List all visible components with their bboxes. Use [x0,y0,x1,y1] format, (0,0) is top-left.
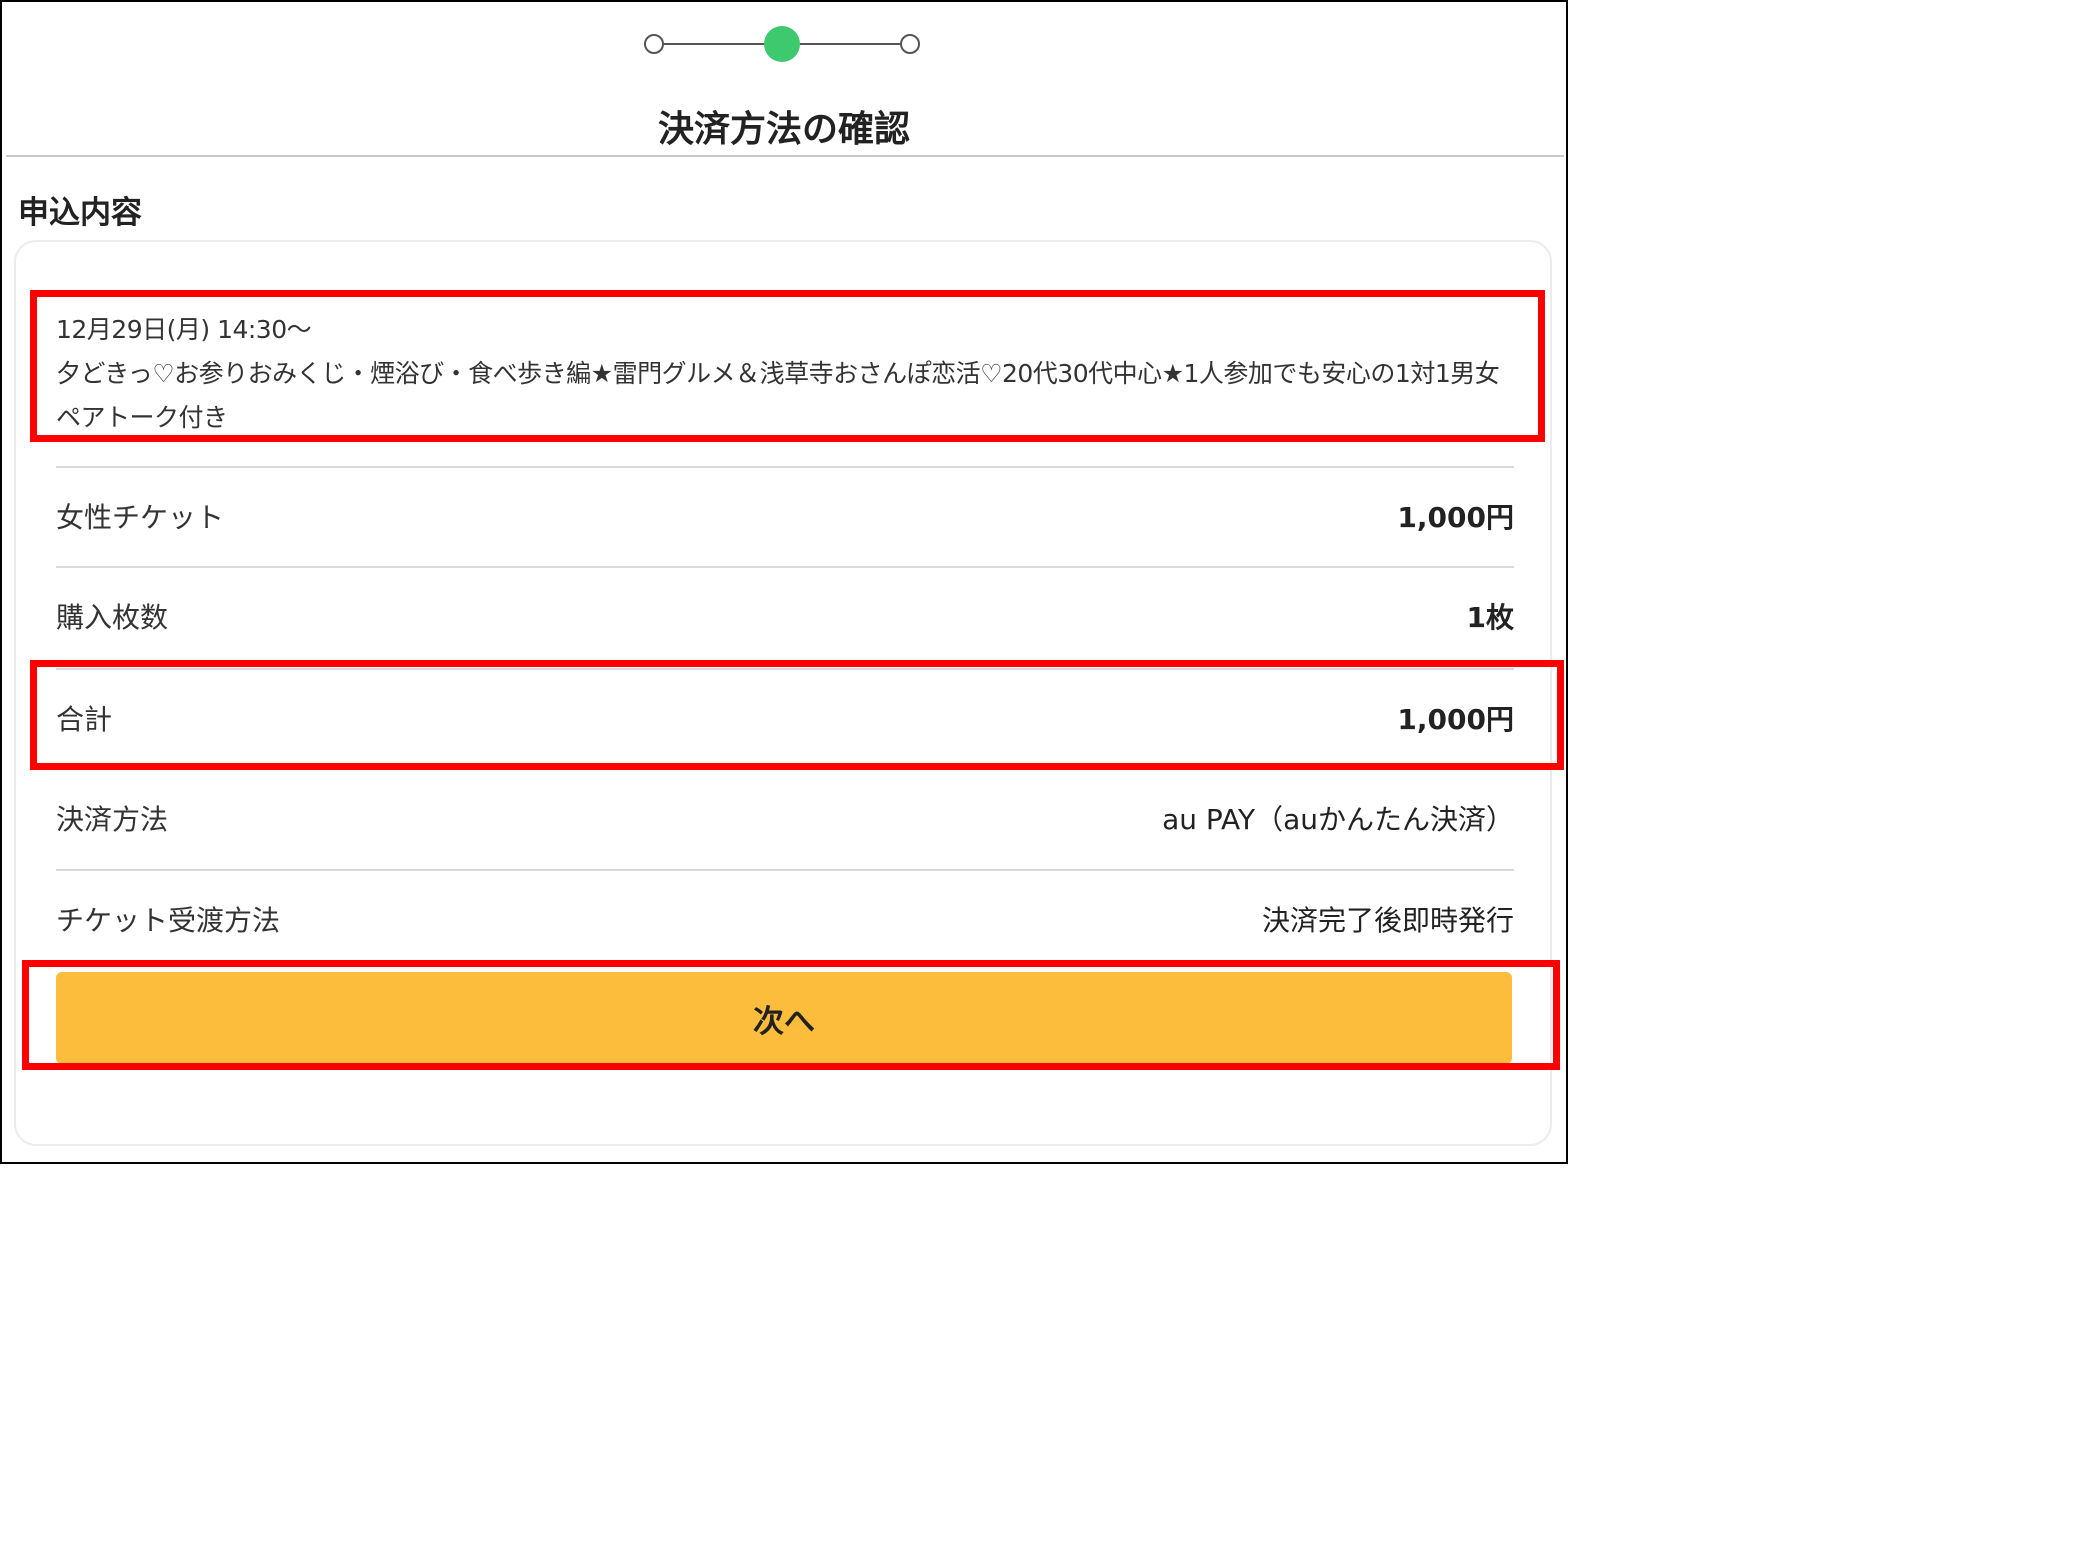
quantity-label: 購入枚数 [56,601,169,634]
detail-row-quantity: 購入枚数 1枚 [56,566,1514,666]
detail-row-ticket-delivery: チケット受渡方法 決済完了後即時発行 [56,869,1514,969]
step-3-indicator [900,34,920,54]
detail-row-ticket-type: 女性チケット 1,000円 [56,466,1514,566]
payment-method-value: au PAY（auかんたん決済） [1162,803,1514,836]
section-heading: 申込内容 [18,195,142,231]
ticket-price-value: 1,000円 [1397,501,1514,534]
next-button[interactable]: 次へ [56,972,1512,1064]
step-2-indicator-active [764,26,800,62]
event-datetime: 12月29日(月) 14:30〜 [56,315,312,344]
stepper-line [800,43,902,45]
page-title: 決済方法の確認 [657,109,910,150]
total-value: 1,000円 [1397,703,1514,736]
detail-row-payment-method: 決済方法 au PAY（auかんたん決済） [56,768,1514,868]
header-divider [6,155,1564,157]
event-name: 夕どきっ♡お参りおみくじ・煙浴び・食べ歩き編★雷門グルメ＆浅草寺おさんぽ恋活♡2… [56,359,1500,432]
step-1-indicator [644,34,664,54]
event-info: 12月29日(月) 14:30〜 夕どきっ♡お参りおみくじ・煙浴び・食べ歩き編★… [56,308,1506,440]
stepper-line [662,43,770,45]
ticket-type-label: 女性チケット [56,501,225,534]
detail-row-total: 合計 1,000円 [56,668,1514,768]
total-label: 合計 [56,703,113,736]
ticket-delivery-value: 決済完了後即時発行 [1261,904,1514,937]
progress-stepper [642,24,924,64]
ticket-delivery-label: チケット受渡方法 [56,904,281,937]
screenshot-frame: 決済方法の確認 申込内容 12月29日(月) 14:30〜 夕どきっ♡お参りおみ… [0,0,1568,1164]
quantity-value: 1枚 [1466,601,1514,634]
payment-method-label: 決済方法 [56,803,169,836]
